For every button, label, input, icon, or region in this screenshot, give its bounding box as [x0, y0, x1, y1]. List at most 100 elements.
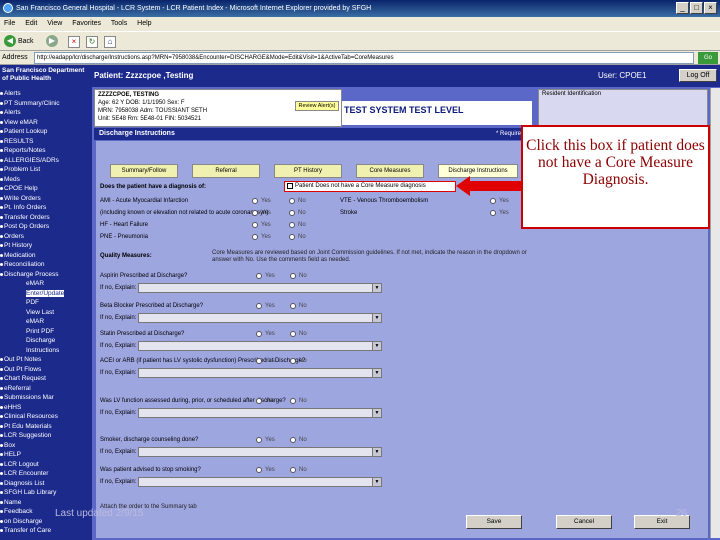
menu-view[interactable]: View: [47, 20, 62, 27]
sidebar-item[interactable]: Reconciliation: [4, 261, 44, 268]
tab-core-measures[interactable]: Core Measures: [356, 164, 424, 178]
yes-radio[interactable]: [256, 331, 262, 337]
no-radio[interactable]: [290, 273, 296, 279]
yes-radio[interactable]: [256, 437, 262, 443]
sidebar-item[interactable]: PT Summary/Clinic: [4, 100, 60, 107]
close-button[interactable]: ×: [704, 2, 717, 14]
sidebar-item[interactable]: Clinical Resources: [4, 413, 58, 420]
menu-favorites[interactable]: Favorites: [72, 20, 101, 27]
no-radio[interactable]: [289, 234, 295, 240]
yes-radio[interactable]: [256, 467, 262, 473]
explain-dropdown[interactable]: ▼: [138, 368, 382, 378]
go-button[interactable]: Go: [698, 52, 718, 64]
sidebar-item[interactable]: Print PDF: [26, 328, 54, 335]
tab-summary-follow[interactable]: Summary/Follow: [110, 164, 178, 178]
sidebar-item[interactable]: Out Pt Notes: [4, 356, 41, 363]
yes-radio[interactable]: [252, 222, 258, 228]
sidebar-item[interactable]: HELP: [4, 451, 21, 458]
no-radio[interactable]: [290, 467, 296, 473]
sidebar-item[interactable]: Pt. Info Orders: [4, 204, 46, 211]
sidebar-item[interactable]: View eMAR: [4, 119, 38, 126]
no-radio[interactable]: [290, 303, 296, 309]
sidebar-item[interactable]: LCR Logout: [4, 461, 39, 468]
stop-icon[interactable]: ×: [68, 36, 80, 48]
sidebar-item[interactable]: Alerts: [4, 90, 21, 97]
save-button[interactable]: Save: [466, 515, 522, 529]
explain-dropdown[interactable]: ▼: [138, 447, 382, 457]
sidebar-item[interactable]: Discharge: [26, 337, 55, 344]
menu-file[interactable]: File: [4, 20, 15, 27]
sidebar-item[interactable]: Name: [4, 499, 21, 506]
sidebar-item[interactable]: Pt History: [4, 242, 32, 249]
no-radio[interactable]: [289, 222, 295, 228]
sidebar-item[interactable]: Diagnosis List: [4, 480, 44, 487]
sidebar-item[interactable]: Reports/Notes: [4, 147, 46, 154]
tab-referral[interactable]: Referral: [192, 164, 260, 178]
sidebar-item[interactable]: Transfer of Care: [4, 527, 51, 534]
forward-button[interactable]: ▶: [46, 35, 58, 49]
sidebar-item[interactable]: Meds: [4, 176, 20, 183]
no-radio[interactable]: [290, 437, 296, 443]
sidebar-item[interactable]: SFGH Lab Library: [4, 489, 56, 496]
sidebar-item[interactable]: Enter/Update: [26, 289, 65, 297]
menu-tools[interactable]: Tools: [111, 20, 127, 27]
explain-dropdown[interactable]: ▼: [138, 341, 382, 351]
sidebar-item[interactable]: Problem List: [4, 166, 40, 173]
sidebar-item[interactable]: Post Op Orders: [4, 223, 49, 230]
sidebar-item[interactable]: Chart Request: [4, 375, 46, 382]
sidebar-item[interactable]: Discharge Process: [4, 271, 59, 278]
yes-radio[interactable]: [490, 210, 496, 216]
yes-radio[interactable]: [256, 273, 262, 279]
no-radio[interactable]: [290, 331, 296, 337]
cancel-button[interactable]: Cancel: [556, 515, 612, 529]
sidebar-item[interactable]: Patient Lookup: [4, 128, 47, 135]
sidebar-item[interactable]: Out Pt Flows: [4, 366, 41, 373]
yes-radio[interactable]: [256, 398, 262, 404]
minimize-button[interactable]: _: [676, 2, 689, 14]
sidebar-item[interactable]: Box: [4, 442, 15, 449]
sidebar-item[interactable]: Alerts: [4, 109, 21, 116]
yes-radio[interactable]: [252, 210, 258, 216]
back-button[interactable]: ◀ Back: [4, 35, 34, 49]
yes-radio[interactable]: [252, 198, 258, 204]
sidebar-item[interactable]: Write Orders: [4, 195, 41, 202]
sidebar-item[interactable]: Orders: [4, 233, 24, 240]
sidebar-item[interactable]: eReferral: [4, 385, 31, 392]
no-core-measure-checkbox[interactable]: Patient Does not have a Core Measure dia…: [284, 181, 456, 192]
no-radio[interactable]: [289, 210, 295, 216]
sidebar-item[interactable]: Instructions: [26, 347, 59, 354]
menu-help[interactable]: Help: [137, 20, 151, 27]
sidebar-item[interactable]: PDF: [26, 299, 39, 306]
sidebar-item[interactable]: Pt Edu Materials: [4, 423, 52, 430]
vertical-scrollbar[interactable]: [710, 88, 720, 538]
maximize-button[interactable]: □: [690, 2, 703, 14]
sidebar-item[interactable]: eMAR: [26, 280, 44, 287]
sidebar-item[interactable]: LCR Suggestion: [4, 432, 51, 439]
no-radio[interactable]: [289, 198, 295, 204]
no-radio[interactable]: [290, 398, 296, 404]
tab-pt-history[interactable]: PT History: [274, 164, 342, 178]
no-radio[interactable]: [290, 358, 296, 364]
sidebar-item[interactable]: Feedback: [4, 508, 33, 515]
log-off-button[interactable]: Log Off: [679, 69, 717, 82]
sidebar-item[interactable]: Submissions Mar: [4, 394, 54, 401]
explain-dropdown[interactable]: ▼: [138, 477, 382, 487]
sidebar-item[interactable]: RESULTS: [4, 138, 34, 145]
sidebar-item[interactable]: eHHS: [4, 404, 21, 411]
menu-edit[interactable]: Edit: [25, 20, 37, 27]
yes-radio[interactable]: [252, 234, 258, 240]
explain-dropdown[interactable]: ▼: [138, 283, 382, 293]
sidebar-item[interactable]: on Discharge: [4, 518, 42, 525]
sidebar-item[interactable]: eMAR: [26, 318, 44, 325]
yes-radio[interactable]: [490, 198, 496, 204]
review-alerts-button[interactable]: Review Alert(s): [295, 101, 339, 111]
address-input[interactable]: http://eadapp/lcr/discharge/Instructions…: [34, 52, 694, 64]
home-icon[interactable]: ⌂: [104, 36, 116, 48]
yes-radio[interactable]: [256, 303, 262, 309]
yes-radio[interactable]: [256, 358, 262, 364]
sidebar-item[interactable]: ALLERGIES/ADRs: [4, 157, 59, 164]
refresh-icon[interactable]: ↻: [86, 36, 98, 48]
sidebar-item[interactable]: Medication: [4, 252, 35, 259]
sidebar-item[interactable]: CPOE Help: [4, 185, 38, 192]
explain-dropdown[interactable]: ▼: [138, 313, 382, 323]
